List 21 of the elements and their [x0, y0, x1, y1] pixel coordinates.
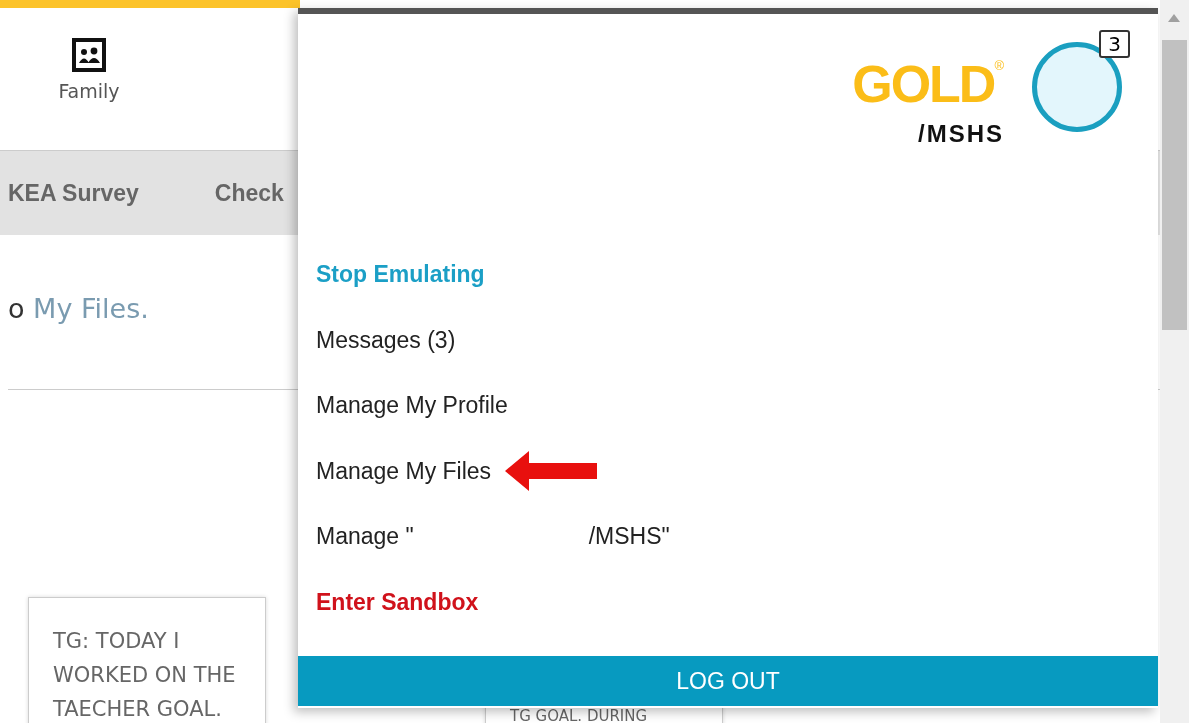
brand-logo: GOLD$^{®}$: [852, 54, 1004, 112]
menu-item[interactable]: Manage " /MSHS": [316, 523, 670, 551]
menu-item[interactable]: Enter Sandbox: [316, 588, 479, 616]
log-out-button[interactable]: LOG OUT: [298, 656, 1158, 706]
card-text: TG: TODAY I WORKED ON THE TAECHER GOAL.: [53, 628, 237, 723]
menu-item[interactable]: Manage My Profile: [316, 392, 508, 420]
nav-tab[interactable]: Check: [214, 179, 284, 207]
nav-tab[interactable]: KEA Survey: [8, 179, 139, 207]
message-badge: 3: [1099, 30, 1130, 58]
nav-label[interactable]: Family: [58, 80, 120, 102]
family-icon[interactable]: [72, 38, 106, 72]
card-text: TG GOAL. DURING: [510, 709, 649, 723]
arrow-icon: [505, 451, 598, 492]
menu-item[interactable]: Messages (3): [316, 326, 456, 354]
my-files-link[interactable]: My Files.: [33, 293, 149, 324]
scroll-thumb[interactable]: [1162, 40, 1187, 330]
scrollbar[interactable]: [1160, 0, 1189, 723]
menu-item[interactable]: Stop Emulating: [316, 261, 485, 289]
organization-name: /MSHS: [918, 120, 1004, 148]
menu-item[interactable]: Manage My Files: [316, 457, 492, 485]
scroll-up-icon[interactable]: [1168, 14, 1180, 22]
